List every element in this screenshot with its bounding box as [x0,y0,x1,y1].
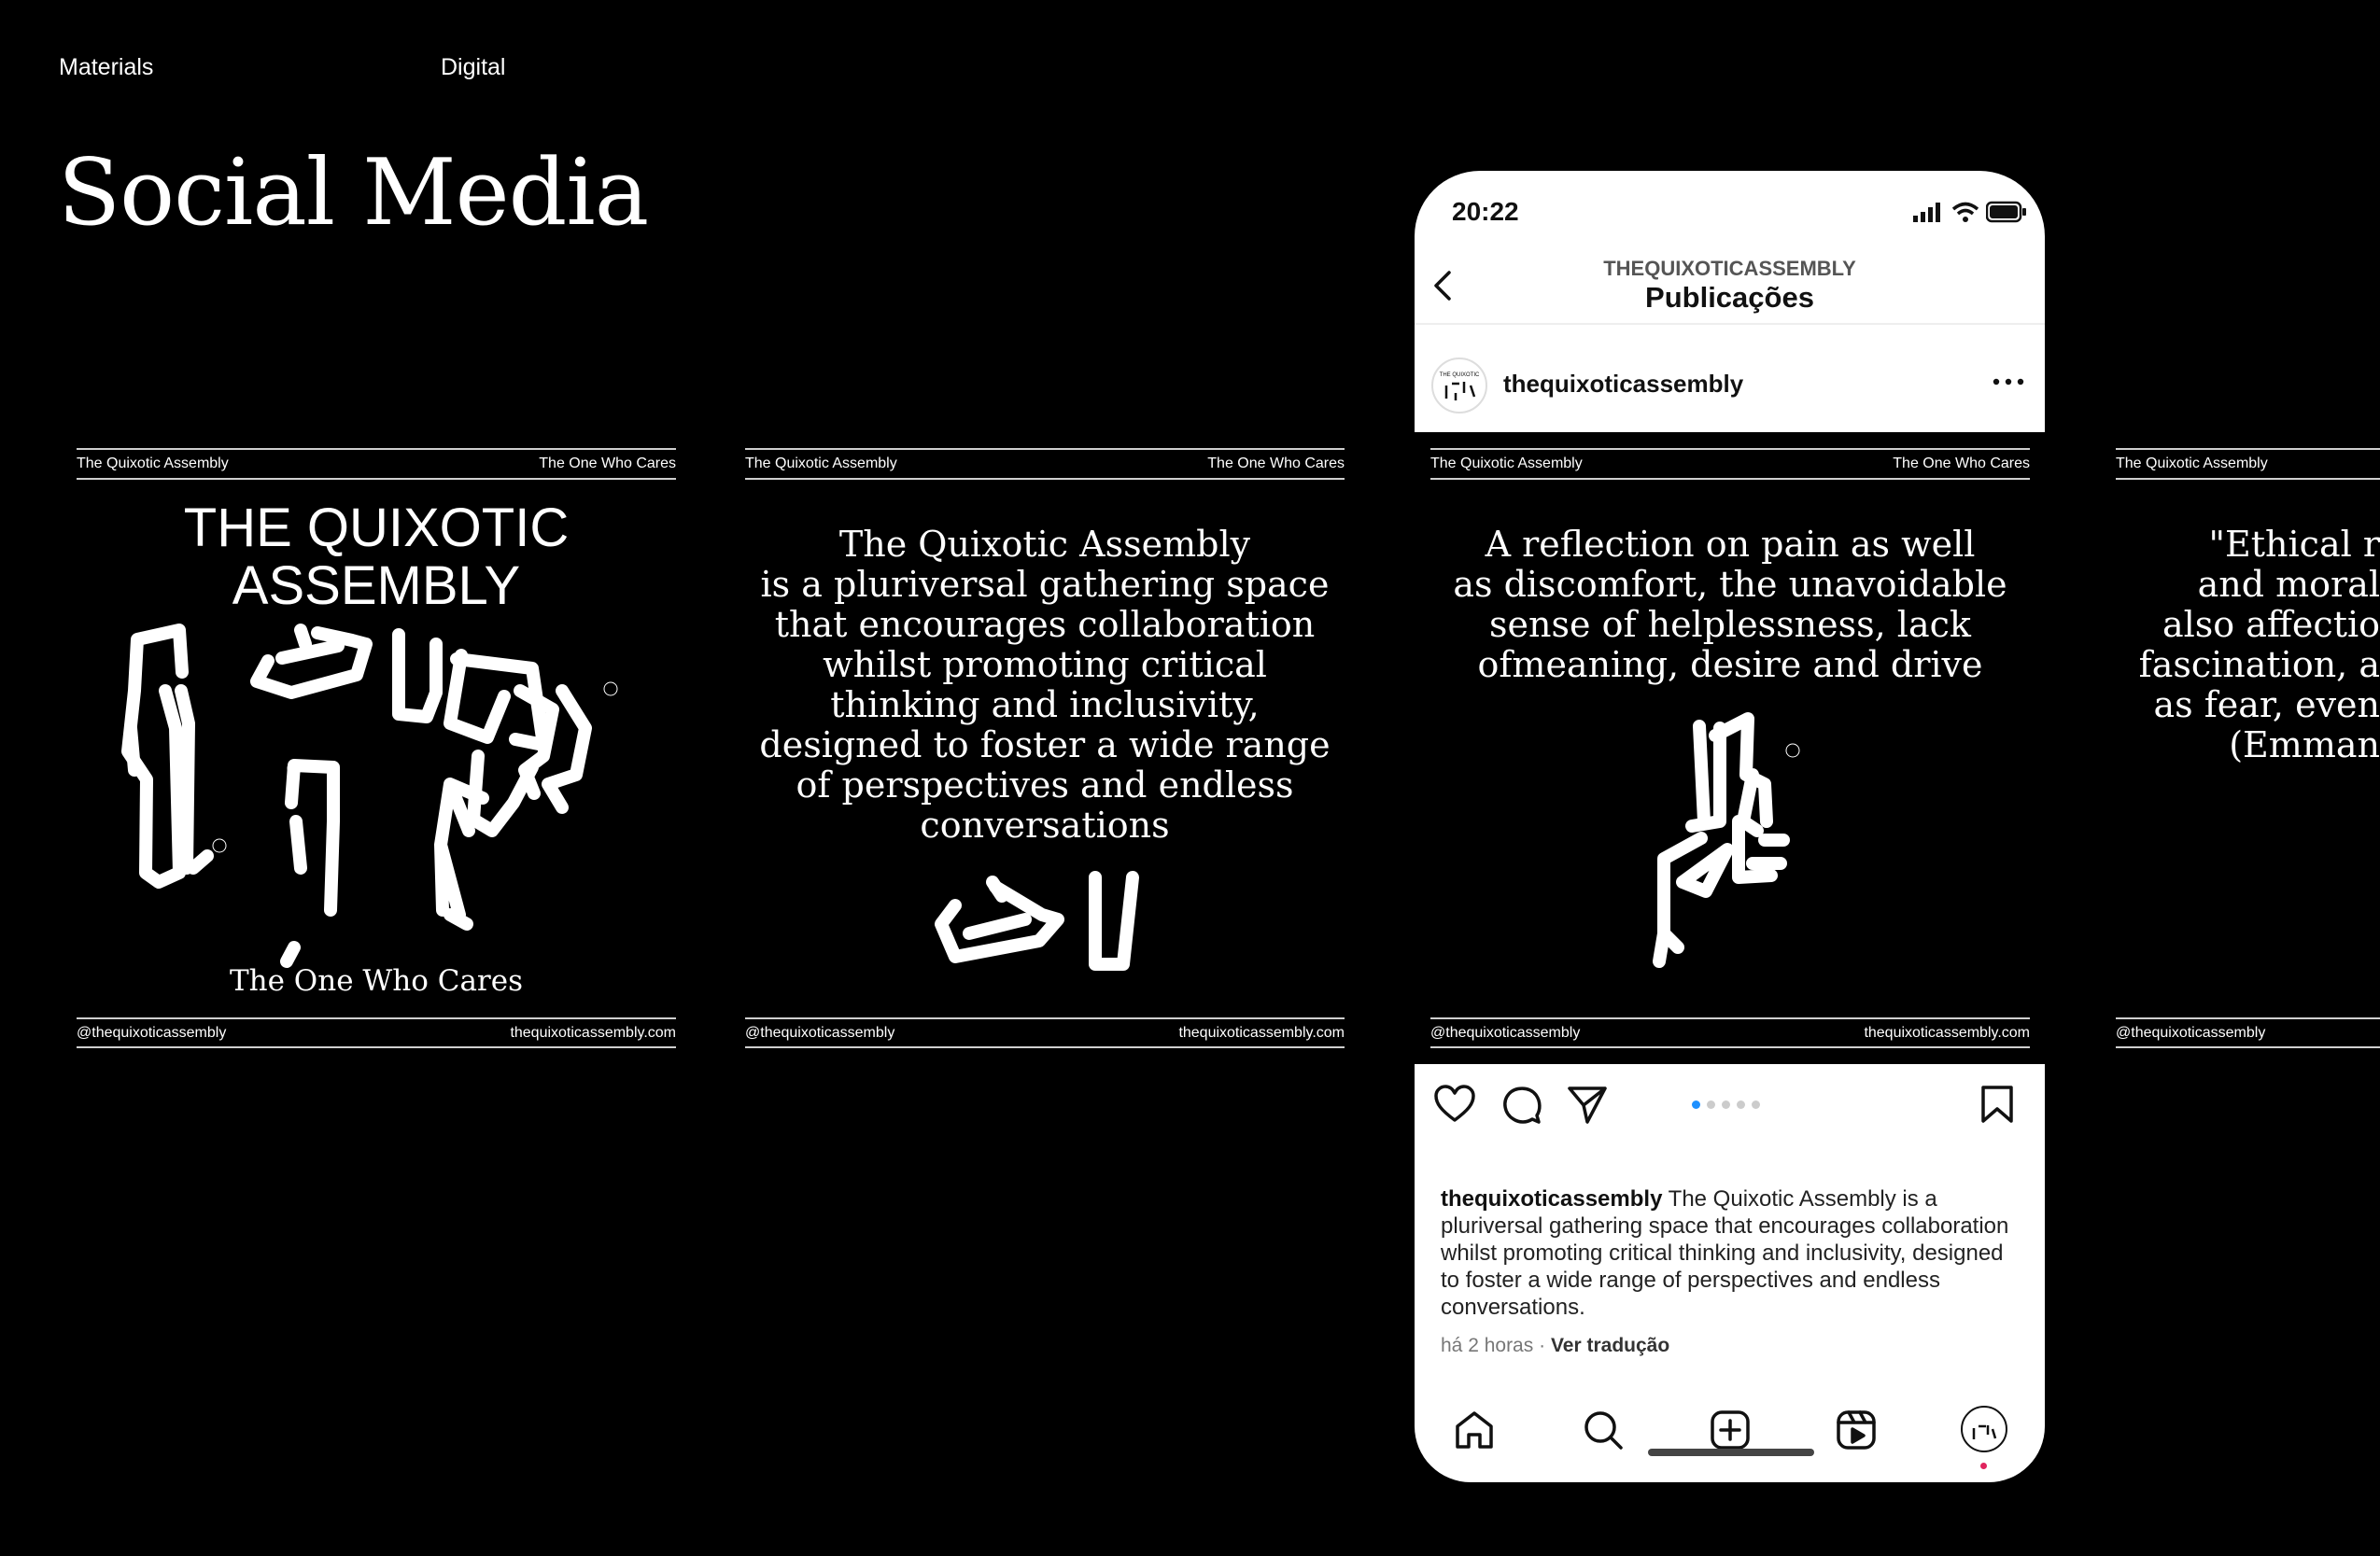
post-username[interactable]: thequixoticassembly [1503,370,1743,399]
materials-label: Materials [59,54,154,80]
figures-illustration [121,624,618,968]
digital-label: Digital [441,54,506,80]
post-bottom-right: thequixoticassembly.com [1178,1025,1345,1041]
search-icon[interactable] [1583,1409,1624,1455]
phone-footer: thequixoticassembly The Quixotic Assembl… [1415,1064,2045,1482]
time-ago: há 2 horas [1441,1335,1534,1356]
comment-icon[interactable] [1501,1085,1542,1130]
post-subtitle: The One Who Cares [229,964,524,998]
carousel-dots [1692,1097,1767,1114]
meta-separator: · [1539,1335,1546,1356]
svg-text:THE QUIXOTIC: THE QUIXOTIC [1440,372,1480,378]
home-indicator [1648,1449,1814,1456]
account-header: THEQUIXOTICASSEMBLY [1603,257,1856,280]
battery-icon [1985,201,2027,228]
post-caption: thequixoticassembly The Quixotic Assembl… [1441,1185,2010,1321]
figures-illustration [1653,712,1800,968]
post-card-4[interactable]: The Quixotic Assembly "Ethical r and mor… [2116,448,2380,1048]
post-card-2[interactable]: The Quixotic Assembly The One Who Cares … [745,448,1345,1048]
wifi-icon [1951,201,1979,228]
status-time: 20:22 [1452,197,1519,226]
post-bottom-right: thequixoticassembly.com [1864,1025,2030,1041]
signal-icon [1913,202,1945,227]
page-title: Social Media [58,140,649,246]
profile-icon[interactable] [1961,1406,2007,1452]
screen-title: Publicações [1645,281,1814,314]
post-top-left: The Quixotic Assembly [2116,456,2268,471]
share-icon[interactable] [1567,1085,1608,1128]
caption-username[interactable]: thequixoticassembly [1441,1186,1662,1212]
post-card-3[interactable]: The Quixotic Assembly The One Who Cares … [1430,448,2030,1048]
notification-dot [1980,1463,1987,1469]
heart-icon[interactable] [1433,1085,1476,1128]
post-bottom-left: @thequixoticassembly [2116,1025,2266,1041]
bookmark-icon[interactable] [1979,1085,2015,1128]
translate-link[interactable]: Ver tradução [1551,1335,1669,1356]
post-bottom-right: thequixoticassembly.com [510,1025,676,1041]
reels-icon[interactable] [1836,1409,1877,1455]
post-meta: há 2 horas · Ver tradução [1441,1335,1669,1357]
header-divider [1415,323,2045,325]
post-bottom-left: @thequixoticassembly [745,1025,895,1041]
post-text: "Ethical r and moral also affectio fasci… [2138,525,2380,765]
figures-illustration [935,871,1139,971]
avatar[interactable]: THE QUIXOTIC [1431,357,1487,414]
phone-header: 20:22 THEQUIXOTICASSEMBLY Publicações TH… [1415,171,2045,432]
post-bottom-left: @thequixoticassembly [77,1025,227,1041]
more-icon[interactable] [1993,374,2024,391]
post-bottom-left: @thequixoticassembly [1430,1025,1581,1041]
post-card-1[interactable]: The Quixotic Assembly The One Who Cares … [77,448,676,1048]
home-icon[interactable] [1454,1409,1495,1455]
